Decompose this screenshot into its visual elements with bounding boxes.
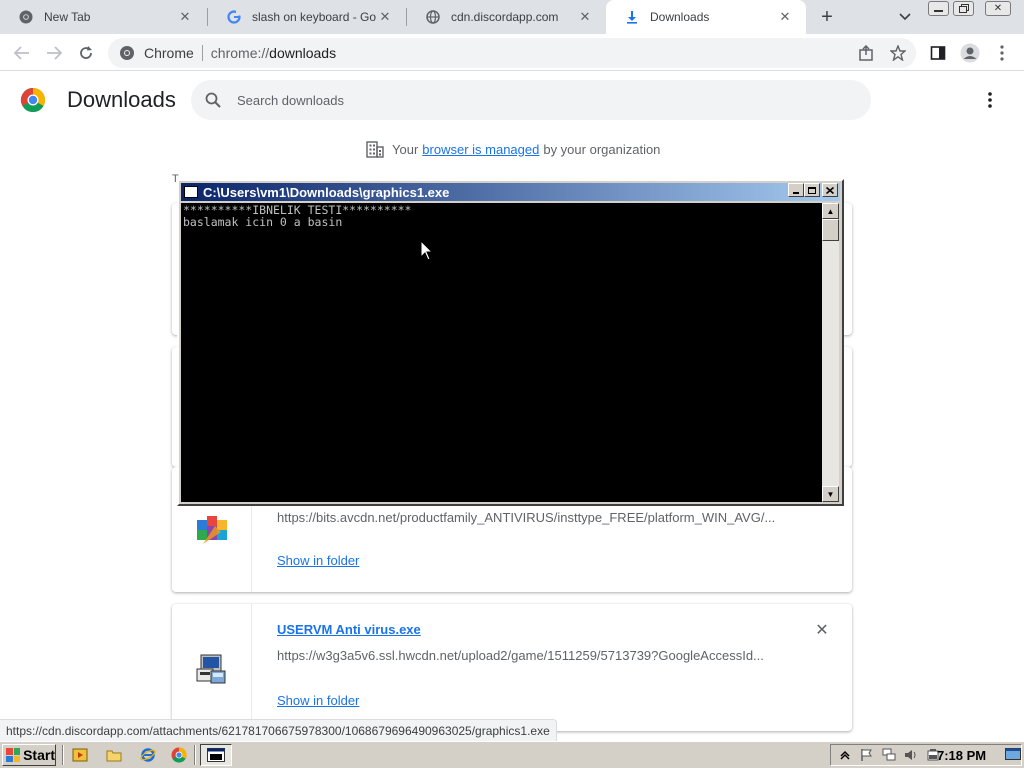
search-icon <box>203 90 223 110</box>
url-host: downloads <box>269 45 337 61</box>
minimize-window-button[interactable] <box>928 1 949 16</box>
volume-icon[interactable] <box>903 747 919 763</box>
network-icon[interactable] <box>881 747 897 763</box>
more-actions-icon[interactable] <box>978 88 1002 112</box>
profile-avatar-icon[interactable] <box>958 41 982 65</box>
avg-installer-icon <box>196 515 227 544</box>
download-filename-link[interactable]: USERVM Anti virus.exe <box>277 622 421 637</box>
browser-toolbar: Chrome chrome:// downloads <box>0 34 1024 71</box>
close-window-button[interactable]: ✕ <box>985 1 1011 16</box>
scroll-down-arrow-icon[interactable]: ▼ <box>822 486 839 502</box>
tab-title: New Tab <box>44 10 91 24</box>
taskbar-clock[interactable]: 7:18 PM <box>937 748 986 763</box>
browser-menu-icon[interactable] <box>990 41 1014 65</box>
media-player-icon[interactable] <box>70 746 90 764</box>
close-icon[interactable]: ✕ <box>376 8 394 26</box>
console-task-icon <box>207 748 225 762</box>
file-icon-column <box>172 604 252 731</box>
chrome-site-icon <box>118 44 136 62</box>
downloads-search-box[interactable] <box>191 80 871 120</box>
omnibox-divider <box>201 45 203 61</box>
managed-suffix: by your organization <box>543 141 661 157</box>
url-scheme: chrome:// <box>210 45 270 61</box>
new-tab-button[interactable]: + <box>814 4 840 30</box>
site-label: Chrome <box>144 45 194 61</box>
chrome-logo-icon <box>20 88 46 113</box>
remove-download-icon[interactable]: ✕ <box>812 620 832 640</box>
show-in-folder-link[interactable]: Show in folder <box>277 553 359 568</box>
chrome-icon <box>18 9 34 25</box>
scroll-thumb[interactable] <box>822 219 839 241</box>
start-button[interactable]: Start <box>2 744 56 766</box>
browser-managed-link[interactable]: browser is managed <box>422 142 539 157</box>
tab-google-search[interactable]: slash on keyboard - Goog ✕ <box>208 0 406 34</box>
reload-icon[interactable] <box>74 41 98 65</box>
setup-installer-icon <box>196 654 225 683</box>
download-icon <box>624 9 640 25</box>
mouse-pointer-icon <box>420 240 434 261</box>
share-icon[interactable] <box>854 41 878 65</box>
tab-title: Downloads <box>650 10 710 24</box>
tab-strip: New Tab ✕ slash on keyboard - Goog ✕ cdn… <box>0 0 1024 34</box>
console-maximize-button[interactable] <box>804 183 820 197</box>
forward-arrow-icon[interactable] <box>42 41 66 65</box>
console-output[interactable]: **********IBNELIK TESTI********** baslama… <box>181 203 822 502</box>
tab-title: cdn.discordapp.com <box>451 10 559 24</box>
download-card: USERVM Anti virus.exe https://w3g3a5v6.s… <box>172 604 852 731</box>
tab-search-chevron-icon[interactable] <box>894 6 916 28</box>
taskbar-separator <box>194 745 196 765</box>
downloads-header: Downloads <box>0 71 1024 127</box>
download-url: https://w3g3a5v6.ssl.hwcdn.net/upload2/g… <box>277 648 764 663</box>
show-desktop-icon[interactable] <box>1005 747 1021 763</box>
close-icon[interactable]: ✕ <box>776 8 794 26</box>
close-icon[interactable]: ✕ <box>176 8 194 26</box>
windows-taskbar: Start 7:18 PM <box>0 741 1024 768</box>
start-label: Start <box>23 747 55 763</box>
building-icon <box>366 141 384 158</box>
address-bar[interactable]: Chrome chrome:// downloads <box>108 38 916 68</box>
console-app-icon <box>184 186 198 198</box>
console-minimize-button[interactable] <box>788 183 804 197</box>
download-details: USERVM Anti virus.exe https://w3g3a5v6.s… <box>277 604 852 731</box>
tab-downloads[interactable]: Downloads ✕ <box>606 0 806 34</box>
console-line: baslamak icin 0 a basin <box>183 215 343 229</box>
globe-icon <box>425 9 441 25</box>
restore-window-button[interactable] <box>953 1 974 16</box>
console-close-button[interactable] <box>822 183 838 197</box>
back-arrow-icon[interactable] <box>10 41 34 65</box>
explorer-folder-icon[interactable] <box>104 746 124 764</box>
tab-title: slash on keyboard - Goog <box>252 10 376 24</box>
console-title: C:\Users\vm1\Downloads\graphics1.exe <box>203 184 450 200</box>
tab-cdn-discordapp[interactable]: cdn.discordapp.com ✕ <box>407 0 606 34</box>
side-panel-icon[interactable] <box>926 41 950 65</box>
managed-prefix: Your <box>392 141 419 157</box>
google-g-icon <box>226 9 242 25</box>
taskbar-console-task[interactable] <box>200 744 232 766</box>
managed-notice: Your browser is managed by your organiza… <box>366 139 660 159</box>
action-center-flag-icon[interactable] <box>859 747 875 763</box>
console-titlebar[interactable]: C:\Users\vm1\Downloads\graphics1.exe <box>181 183 840 201</box>
tray-expand-chevron-icon[interactable] <box>837 747 853 763</box>
internet-explorer-icon[interactable] <box>138 746 158 764</box>
bookmark-star-icon[interactable] <box>886 41 910 65</box>
download-url: https://bits.avcdn.net/productfamily_ANT… <box>277 510 776 525</box>
close-icon[interactable]: ✕ <box>576 8 594 26</box>
tab-new-tab[interactable]: New Tab ✕ <box>0 0 206 34</box>
windows-logo-icon <box>6 748 21 762</box>
scroll-up-arrow-icon[interactable]: ▲ <box>822 203 839 219</box>
show-in-folder-link[interactable]: Show in folder <box>277 693 359 708</box>
console-scrollbar[interactable]: ▲ ▼ <box>822 203 839 502</box>
console-window[interactable]: C:\Users\vm1\Downloads\graphics1.exe ***… <box>177 179 844 506</box>
system-tray: 7:18 PM <box>830 744 1022 766</box>
taskbar-separator <box>62 745 64 765</box>
search-input[interactable] <box>237 92 837 108</box>
chrome-taskbar-icon[interactable] <box>169 746 189 764</box>
link-status-bubble: https://cdn.discordapp.com/attachments/6… <box>0 719 557 741</box>
page-title: Downloads <box>67 87 176 112</box>
